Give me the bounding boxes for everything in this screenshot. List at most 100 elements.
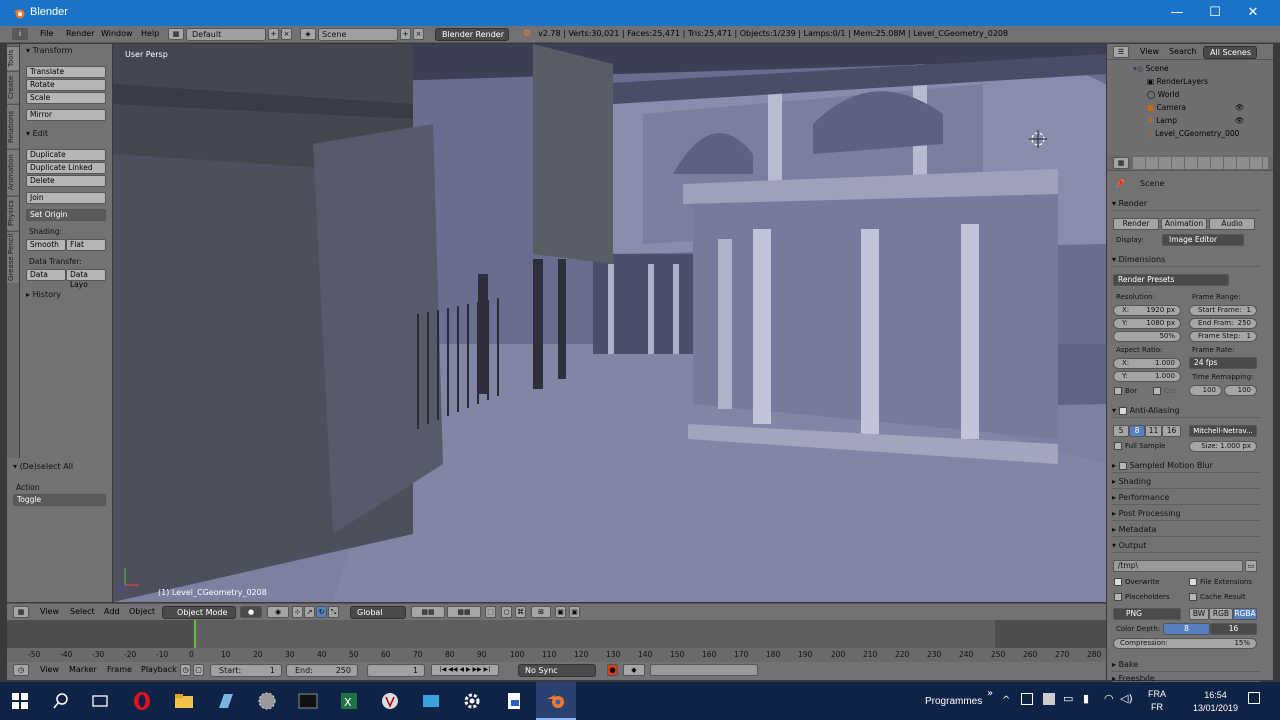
scale-manipulator-icon[interactable]: ⤡ [328, 606, 339, 618]
tab-create[interactable]: Create [7, 71, 19, 103]
app-blue-icon[interactable] [215, 690, 237, 712]
maximize-button[interactable]: ☐ [1200, 4, 1230, 22]
resolution-x-field[interactable]: X: 1920 px [1113, 305, 1181, 316]
language-indicator[interactable]: FRA FR [1148, 688, 1166, 714]
time-remap-new-field[interactable]: 100 [1224, 385, 1257, 396]
metadata-panel-header[interactable]: ▸ Metadata [1112, 522, 1260, 537]
sync-dropdown[interactable]: No Sync [518, 664, 596, 677]
outliner-item-world[interactable]: ◯ World [1107, 88, 1273, 101]
flat-button[interactable]: Flat [66, 239, 106, 251]
tray-device-icon[interactable] [1043, 693, 1055, 705]
frame-rate-dropdown[interactable]: 24 fps [1189, 357, 1257, 369]
add-layout-icon[interactable]: + [268, 28, 279, 40]
end-frame-field-props[interactable]: End Fram: 250 [1189, 318, 1257, 329]
bake-panel-header[interactable]: ▸ Bake [1112, 657, 1260, 672]
layers-a-icon[interactable]: ▦▦ [411, 606, 445, 618]
volume-icon[interactable]: ◁) [1120, 692, 1133, 705]
task-view-icon[interactable] [89, 690, 111, 712]
shading-mode-icon[interactable]: ● [240, 606, 262, 618]
color-bw-button[interactable]: BW [1189, 608, 1209, 620]
viewport-menu-object[interactable]: Object [129, 607, 155, 616]
3d-viewport[interactable]: User Persp (1) Level_CGeometry_0208 [113, 44, 1106, 602]
layout-grid-icon[interactable]: ▦ [168, 28, 184, 40]
app-sphere-icon[interactable] [256, 690, 278, 712]
viewport-menu-select[interactable]: Select [70, 607, 95, 616]
mirror-button[interactable]: Mirror [26, 109, 106, 121]
app-photos-icon[interactable] [420, 690, 442, 712]
tab-grease-pencil[interactable]: Grease Pencil [7, 231, 19, 283]
windows-start-icon[interactable] [9, 690, 31, 712]
aspect-x-field[interactable]: X: 1.000 [1113, 358, 1181, 369]
rotate-manipulator-icon[interactable]: ↻ [316, 606, 327, 618]
rotate-button[interactable]: Rotate [26, 79, 106, 91]
tab-physics[interactable]: Physics [7, 196, 19, 230]
translate-manipulator-icon[interactable]: ↗ [304, 606, 315, 618]
tab-animation[interactable]: Animation [7, 149, 19, 195]
keyframe-type-icon[interactable]: ◆ [623, 664, 645, 676]
render-presets-dropdown[interactable]: Render Presets [1113, 274, 1229, 286]
end-frame-field[interactable]: End: 250 [286, 664, 358, 677]
data-button[interactable]: Data [26, 269, 66, 281]
record-icon[interactable]: ● [607, 664, 618, 676]
color-depth-16-button[interactable]: 16 [1210, 623, 1257, 635]
aspect-y-field[interactable]: Y: 1.000 [1113, 371, 1181, 382]
blender-taskbar-button[interactable] [536, 682, 576, 720]
screen-layout-field[interactable]: Default [186, 28, 266, 41]
outliner-editor-type-icon[interactable]: ☰ [1113, 46, 1129, 58]
context-pin-icon[interactable]: 📌 [1115, 179, 1125, 188]
programmes-toolbar[interactable]: Programmes [925, 696, 982, 707]
minimize-button[interactable]: — [1162, 4, 1192, 22]
timeline-menu-marker[interactable]: Marker [69, 665, 97, 674]
antialiasing-check-box[interactable] [1118, 406, 1127, 415]
scene-icon[interactable]: ◈ [300, 28, 316, 40]
shading-panel-header[interactable]: ▸ Shading [1112, 474, 1260, 489]
battery-icon[interactable]: ▮ [1083, 692, 1089, 705]
color-rgba-button[interactable]: RGBA [1233, 608, 1257, 620]
history-panel-header[interactable]: ▸ History [26, 290, 61, 299]
keying-icon[interactable]: ◷ [180, 664, 191, 676]
network-icon[interactable]: ▭ [1063, 692, 1073, 705]
start-frame-field-props[interactable]: Start Frame: 1 [1189, 305, 1257, 316]
motion-blur-check-box[interactable] [1118, 461, 1127, 470]
overwrite-checkbox[interactable]: Overwrite [1114, 578, 1159, 586]
render-panel-header[interactable]: ▾ Render [1112, 196, 1260, 211]
remove-layout-icon[interactable]: × [281, 28, 292, 40]
aa-samples-11[interactable]: 11 [1145, 425, 1162, 437]
delete-button[interactable]: Delete [26, 175, 106, 187]
lamp-visibility-icon[interactable]: 👁 [1235, 114, 1245, 127]
aa-samples-8[interactable]: 8 [1129, 425, 1145, 437]
toolbar-expand-icon[interactable]: » [987, 688, 993, 699]
manipulator-toggle-icon[interactable]: ⊹ [292, 606, 303, 618]
color-depth-8-button[interactable]: 8 [1163, 623, 1210, 635]
camera-visibility-icon[interactable]: 👁 [1235, 101, 1245, 114]
data-layout-button[interactable]: Data Layo [66, 269, 106, 289]
opengl-render-icon[interactable]: ▣ [555, 606, 566, 618]
aa-filter-dropdown[interactable]: Mitchell-Netrav... [1189, 425, 1257, 437]
layers-b-icon[interactable]: ▦▦ [447, 606, 481, 618]
aa-size-field[interactable]: Size: 1.000 px [1189, 441, 1257, 452]
pivot-icon[interactable]: ◉ [267, 606, 289, 618]
set-origin-dropdown[interactable]: Set Origin [26, 209, 106, 221]
tab-tools[interactable]: Tools [7, 46, 19, 70]
current-frame-marker[interactable] [194, 620, 196, 650]
placeholders-checkbox[interactable]: Placeholders [1114, 593, 1170, 601]
resolution-percentage-field[interactable]: 50% [1113, 331, 1181, 342]
outliner-item-camera[interactable]: ■ Camera 👁 [1107, 101, 1273, 114]
performance-panel-header[interactable]: ▸ Performance [1112, 490, 1260, 505]
viewport-menu-view[interactable]: View [40, 607, 59, 616]
crop-checkbox[interactable]: Cro [1153, 387, 1176, 395]
mode-dropdown[interactable]: Object Mode [162, 606, 236, 619]
playback-controls[interactable]: |◀ ◀◀ ◀ ▶ ▶▶ ▶| [431, 664, 499, 676]
antialiasing-panel-header[interactable]: ▾ Anti-Aliasing [1112, 403, 1260, 418]
menu-help[interactable]: Help [141, 29, 159, 38]
remove-scene-icon[interactable]: × [413, 28, 424, 40]
dimensions-panel-header[interactable]: ▾ Dimensions [1112, 252, 1260, 267]
outliner-item-scene[interactable]: ▾◎ Scene [1107, 62, 1273, 75]
editor-type-icon[interactable]: i [12, 28, 28, 40]
terminal-icon[interactable] [297, 690, 319, 712]
current-frame-field[interactable]: 1 [367, 664, 425, 677]
resolution-y-field[interactable]: Y: 1080 px [1113, 318, 1181, 329]
join-button[interactable]: Join [26, 192, 106, 204]
freestyle-panel-header[interactable]: ▸ Freestyle [1112, 673, 1260, 682]
search-icon[interactable] [50, 690, 72, 712]
